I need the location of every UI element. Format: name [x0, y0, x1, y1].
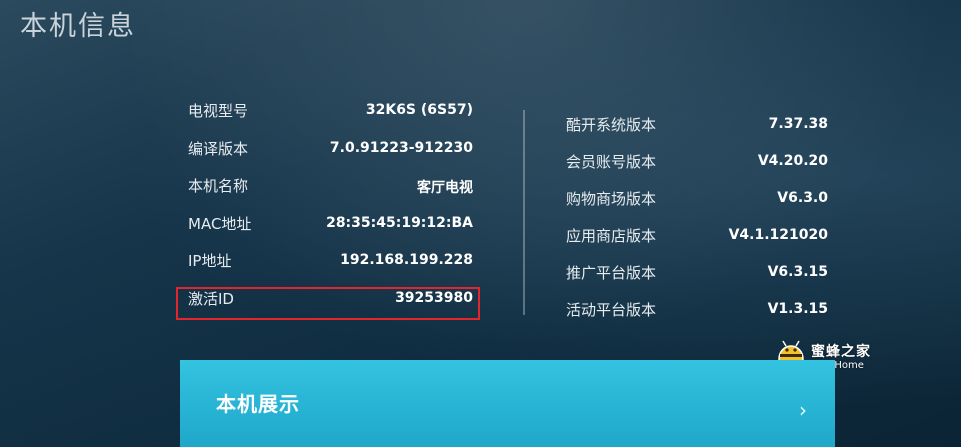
watermark-cn-text: 蜜蜂之家	[811, 344, 871, 360]
panel-divider	[523, 110, 525, 315]
device-showcase-label: 本机展示	[216, 392, 300, 416]
info-value: 28:35:45:19:12:BA	[326, 214, 473, 231]
info-row-ip-address: IP地址 192.168.199.228	[186, 242, 486, 280]
info-label: 编译版本	[188, 139, 249, 158]
info-value: 客厅电视	[417, 180, 473, 196]
info-label: IP地址	[188, 252, 232, 270]
info-row-activity-platform-version: 活动平台版本 V1.3.15	[560, 293, 840, 330]
info-value: V1.3.15	[767, 301, 828, 317]
info-row-promotion-platform-version: 推广平台版本 V6.3.15	[560, 256, 840, 293]
info-value: 7.37.38	[768, 116, 828, 132]
tv-info-screen: 本机信息 电视型号 32K6S (6S57) 编译版本 7.0.91223-91…	[0, 0, 961, 447]
info-value: V4.20.20	[757, 153, 828, 169]
info-label: 活动平台版本	[566, 301, 657, 319]
page-title: 本机信息	[20, 11, 136, 42]
info-row-app-store-version: 应用商店版本 V4.1.121020	[560, 219, 840, 256]
info-value: V4.1.121020	[728, 227, 828, 243]
device-showcase-button[interactable]: 本机展示 ›	[180, 360, 835, 447]
info-value: 7.0.91223-912230	[329, 139, 473, 156]
info-label: 应用商店版本	[566, 227, 657, 245]
info-row-mac-address: MAC地址 28:35:45:19:12:BA	[186, 205, 486, 243]
info-label: 购物商场版本	[566, 190, 657, 208]
info-label: 推广平台版本	[566, 264, 657, 282]
device-info-panel: 电视型号 32K6S (6S57) 编译版本 7.0.91223-912230 …	[186, 92, 486, 317]
info-row-tv-model: 电视型号 32K6S (6S57)	[186, 92, 486, 130]
info-label: 电视型号	[188, 102, 249, 120]
info-value: V6.3.15	[767, 264, 828, 280]
info-row-device-name: 本机名称 客厅电视	[186, 167, 486, 205]
activation-id-highlight	[176, 287, 480, 320]
info-label: 会员账号版本	[566, 153, 657, 171]
info-value: V6.3.0	[777, 190, 828, 206]
info-row-member-account-version: 会员账号版本 V4.20.20	[560, 145, 840, 182]
info-label: MAC地址	[188, 214, 252, 233]
version-info-panel: 酷开系统版本 7.37.38 会员账号版本 V4.20.20 购物商场版本 V6…	[560, 108, 840, 330]
info-row-build-version: 编译版本 7.0.91223-912230	[186, 130, 486, 168]
info-value: 192.168.199.228	[340, 252, 473, 268]
info-row-system-version: 酷开系统版本 7.37.38	[560, 108, 840, 145]
info-row-shopping-mall-version: 购物商场版本 V6.3.0	[560, 182, 840, 219]
info-label: 酷开系统版本	[566, 116, 657, 134]
chevron-right-icon: ›	[799, 398, 807, 422]
info-value: 32K6S (6S57)	[365, 102, 473, 118]
info-label: 本机名称	[188, 177, 249, 195]
